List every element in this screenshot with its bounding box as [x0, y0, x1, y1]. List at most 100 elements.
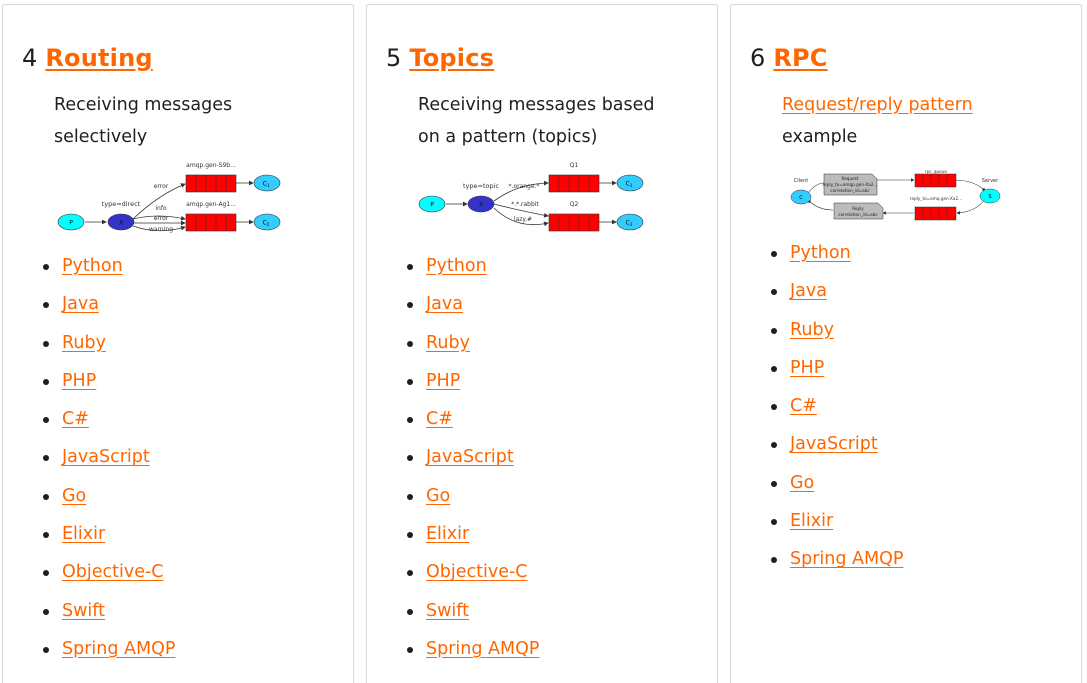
- producer-label: P: [430, 202, 434, 209]
- queue-name-label: amqp.gen-S9b...: [186, 162, 236, 169]
- list-item: Elixir: [771, 508, 903, 546]
- card-title: 4 Routing: [22, 44, 153, 72]
- language-link-go[interactable]: Go: [62, 486, 86, 506]
- language-link-go[interactable]: Go: [790, 473, 814, 493]
- binding-label: info: [155, 205, 167, 212]
- tutorial-card-topics: 5 Topics Receiving messages based on a p…: [366, 4, 718, 683]
- topics-title-link[interactable]: Topics: [409, 44, 494, 72]
- tutorial-number: 5: [386, 44, 402, 72]
- list-item: Swift: [43, 598, 175, 636]
- language-link-javascript[interactable]: JavaScript: [790, 434, 878, 454]
- language-link-java[interactable]: Java: [790, 281, 827, 301]
- list-item: Go: [43, 483, 175, 521]
- queue-name-label: amqp.gen-Ag1...: [186, 201, 236, 208]
- list-item: Objective-C: [43, 559, 175, 597]
- reply-message-box: Reply correlation_id=abc: [833, 202, 884, 220]
- rpc-diagram: Client Server C S Request reply_to=amqp.…: [790, 169, 1001, 221]
- language-link-python[interactable]: Python: [426, 256, 487, 276]
- edge-reply-client: [807, 199, 834, 211]
- card-description: Request/reply pattern example: [782, 89, 1042, 153]
- list-item: Ruby: [407, 330, 539, 368]
- list-item: Ruby: [43, 330, 175, 368]
- queue-name-label: Q1: [570, 162, 579, 169]
- list-item: Python: [43, 253, 175, 291]
- language-list: Python Java Ruby PHP C# JavaScript Go El…: [407, 253, 539, 674]
- reply-queue: [914, 206, 957, 221]
- binding-label: lazy.#: [514, 216, 532, 223]
- language-link-spring-amqp[interactable]: Spring AMQP: [790, 549, 903, 569]
- exchange-label: X: [479, 202, 483, 209]
- list-item: PHP: [43, 368, 175, 406]
- card-description: Receiving messages based on a pattern (t…: [418, 95, 655, 147]
- language-link-objective-c[interactable]: Objective-C: [62, 562, 164, 582]
- list-item: Spring AMQP: [43, 636, 175, 674]
- language-link-csharp[interactable]: C#: [426, 409, 453, 429]
- language-link-ruby[interactable]: Ruby: [790, 320, 834, 340]
- producer-label: P: [69, 220, 73, 227]
- queue-name-label: rpc_queue: [925, 169, 947, 174]
- queue-1: [185, 174, 237, 193]
- card-description: Receiving messages selectively: [54, 95, 233, 147]
- binding-label: error: [154, 215, 169, 222]
- list-item: C#: [43, 406, 175, 444]
- tutorial-card-routing: 4 Routing Receiving messages selectively…: [2, 4, 354, 683]
- exchange-label: X: [119, 220, 123, 227]
- request-line: Request: [841, 176, 858, 181]
- language-link-swift[interactable]: Swift: [62, 601, 105, 621]
- rpc-title-link[interactable]: RPC: [773, 44, 827, 72]
- list-item: Objective-C: [407, 559, 539, 597]
- exchange-type-label: type=topic: [463, 182, 499, 190]
- list-item: Python: [407, 253, 539, 291]
- list-item: JavaScript: [407, 444, 539, 482]
- edge-queue-server: [955, 179, 986, 192]
- language-link-java[interactable]: Java: [426, 294, 463, 314]
- topics-diagram: P X type=topic *.orange.* *.*.rabbit laz…: [418, 162, 644, 232]
- binding-label: *.orange.*: [509, 183, 540, 190]
- list-item: Go: [407, 483, 539, 521]
- list-item: C#: [771, 393, 903, 431]
- request-reply-pattern-link[interactable]: Request/reply pattern: [782, 95, 973, 115]
- list-item: Python: [771, 240, 903, 278]
- reply-line: Reply: [852, 206, 864, 211]
- language-link-csharp[interactable]: C#: [62, 409, 89, 429]
- list-item: Spring AMQP: [771, 546, 903, 584]
- language-link-php[interactable]: PHP: [426, 371, 460, 391]
- list-item: PHP: [771, 355, 903, 393]
- routing-title-link[interactable]: Routing: [45, 44, 152, 72]
- language-link-java[interactable]: Java: [62, 294, 99, 314]
- language-list: Python Java Ruby PHP C# JavaScript Go El…: [43, 253, 175, 674]
- language-link-python[interactable]: Python: [790, 243, 851, 263]
- language-link-swift[interactable]: Swift: [426, 601, 469, 621]
- request-line: reply_to=amqp.gen-Xa2...: [823, 182, 878, 187]
- language-link-javascript[interactable]: JavaScript: [62, 447, 150, 467]
- language-link-go[interactable]: Go: [426, 486, 450, 506]
- language-link-elixir[interactable]: Elixir: [426, 524, 469, 544]
- language-link-php[interactable]: PHP: [62, 371, 96, 391]
- list-item: Swift: [407, 598, 539, 636]
- card-title: 6 RPC: [750, 44, 828, 72]
- reply-line: correlation_id=abc: [838, 212, 878, 217]
- language-link-spring-amqp[interactable]: Spring AMQP: [62, 639, 175, 659]
- language-link-spring-amqp[interactable]: Spring AMQP: [426, 639, 539, 659]
- language-link-csharp[interactable]: C#: [790, 396, 817, 416]
- list-item: Go: [771, 470, 903, 508]
- binding-label: error: [154, 183, 169, 190]
- request-line: correlation_id=abc: [830, 188, 870, 193]
- rpc-queue: [914, 173, 957, 188]
- description-text: example: [782, 127, 858, 147]
- binding-label: warning: [149, 226, 173, 233]
- server-label: Server: [982, 178, 999, 184]
- request-message-box: Request reply_to=amqp.gen-Xa2... correla…: [823, 173, 878, 196]
- language-link-ruby[interactable]: Ruby: [426, 333, 470, 353]
- list-item: JavaScript: [771, 431, 903, 469]
- language-link-elixir[interactable]: Elixir: [62, 524, 105, 544]
- language-link-python[interactable]: Python: [62, 256, 123, 276]
- list-item: Elixir: [43, 521, 175, 559]
- tutorial-card-rpc: 6 RPC Request/reply pattern example Clie…: [730, 4, 1082, 683]
- language-link-javascript[interactable]: JavaScript: [426, 447, 514, 467]
- language-link-elixir[interactable]: Elixir: [790, 511, 833, 531]
- binding-label: *.*.rabbit: [511, 201, 539, 208]
- language-link-php[interactable]: PHP: [790, 358, 824, 378]
- language-link-ruby[interactable]: Ruby: [62, 333, 106, 353]
- language-link-objective-c[interactable]: Objective-C: [426, 562, 528, 582]
